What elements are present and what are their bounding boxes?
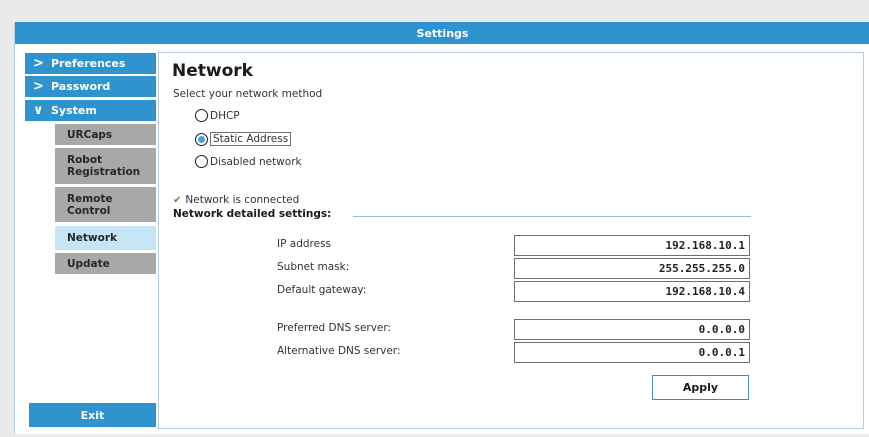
sidebar-item-robot-registration[interactable]: Robot Registration	[55, 148, 156, 184]
radio-static-address[interactable]: Static Address	[195, 132, 292, 146]
ip-address-field[interactable]: 192.168.10.1	[514, 235, 750, 256]
sidebar-item-remote-control[interactable]: Remote Control	[55, 187, 156, 222]
radio-button[interactable]	[195, 109, 208, 122]
sidebar-item-label: System	[51, 104, 97, 117]
radio-label: DHCP	[210, 109, 240, 122]
section-title: Network detailed settings:	[173, 208, 332, 220]
subnet-mask-field[interactable]: 255.255.255.0	[514, 258, 750, 279]
preferred-dns-label: Preferred DNS server:	[277, 322, 392, 334]
alternative-dns-field[interactable]: 0.0.0.1	[514, 342, 750, 363]
radio-dhcp[interactable]: DHCP	[195, 109, 240, 122]
preferred-dns-field[interactable]: 0.0.0.0	[514, 319, 750, 340]
sidebar-item-label: Robot Registration	[67, 154, 141, 178]
radio-button-checked[interactable]	[195, 132, 208, 146]
chevron-right-icon: >	[33, 79, 44, 94]
sidebar-item-label: URCaps	[67, 128, 113, 141]
apply-button[interactable]: Apply	[652, 375, 749, 400]
chevron-right-icon: >	[33, 56, 44, 71]
subnet-mask-label: Subnet mask:	[277, 261, 350, 273]
default-gateway-field[interactable]: 192.168.10.4	[514, 281, 750, 302]
radio-label: Static Address	[210, 132, 292, 146]
exit-button[interactable]: Exit	[29, 403, 156, 427]
radio-disabled-network[interactable]: Disabled network	[195, 155, 302, 168]
radio-button[interactable]	[195, 155, 208, 168]
sidebar-item-label: Network	[67, 232, 118, 244]
page-title: Network	[172, 61, 253, 81]
content-panel	[158, 52, 864, 429]
status-text: Network is connected	[185, 194, 300, 206]
sidebar-item-system[interactable]: ∨ System	[25, 100, 156, 121]
ip-address-label: IP address	[277, 238, 332, 250]
sidebar-item-label: Remote Control	[67, 192, 113, 217]
network-method-prompt: Select your network method	[173, 88, 323, 100]
connection-status: ✔ Network is connected	[173, 194, 299, 206]
sidebar-item-network[interactable]: Network	[55, 226, 156, 250]
sidebar-item-label: Password	[51, 80, 111, 93]
section-divider	[353, 216, 751, 217]
sidebar-item-password[interactable]: > Password	[25, 76, 156, 97]
settings-window: Settings > Preferences > Password ∨ Syst…	[14, 22, 869, 434]
sidebar-item-label: Preferences	[51, 57, 126, 70]
checkmark-icon: ✔	[173, 194, 182, 206]
radio-label: Disabled network	[210, 155, 302, 168]
alternative-dns-label: Alternative DNS server:	[277, 345, 401, 357]
sidebar: > Preferences > Password ∨ System URCaps…	[25, 53, 156, 426]
sidebar-item-update[interactable]: Update	[55, 253, 156, 274]
chevron-down-icon: ∨	[33, 103, 44, 118]
sidebar-item-preferences[interactable]: > Preferences	[25, 53, 156, 74]
window-title: Settings	[15, 22, 869, 44]
default-gateway-label: Default gateway:	[277, 284, 367, 296]
sidebar-item-urcaps[interactable]: URCaps	[55, 124, 156, 145]
sidebar-item-label: Update	[67, 257, 110, 270]
